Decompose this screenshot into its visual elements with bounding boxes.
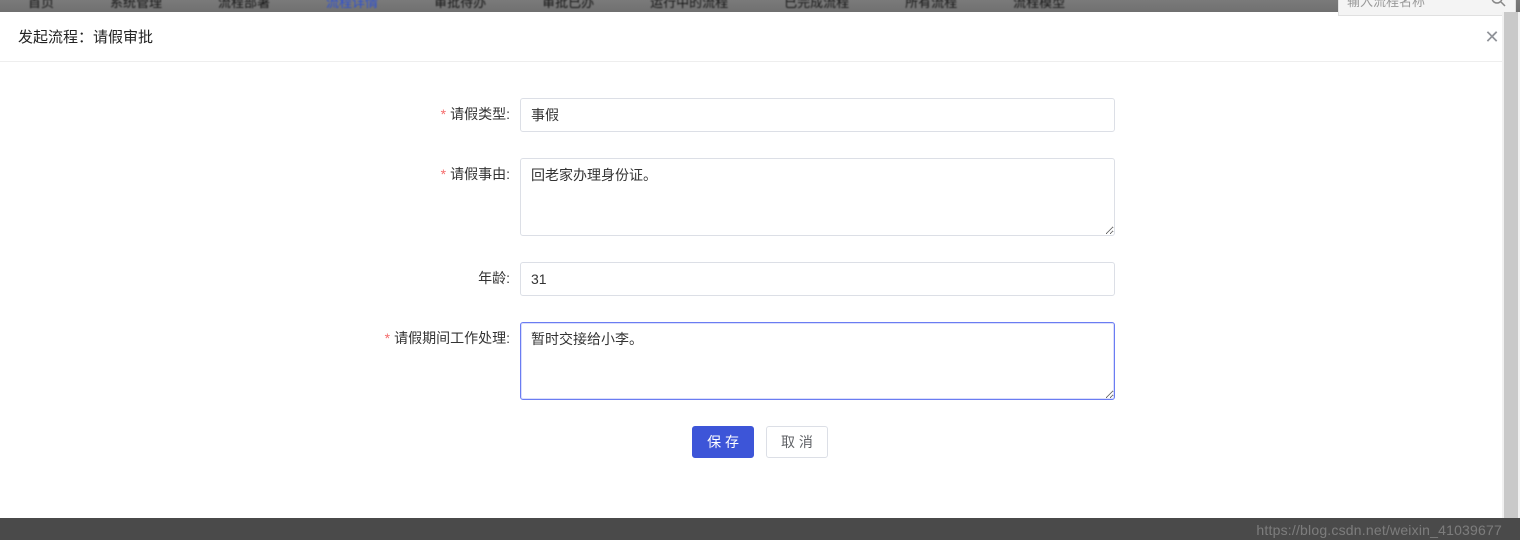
- label-work-handover: 请假期间工作处理:: [60, 322, 520, 354]
- age-input[interactable]: [520, 262, 1115, 296]
- row-work-handover: 请假期间工作处理:: [60, 322, 1460, 400]
- nav-item-8[interactable]: 所有流程: [877, 0, 985, 11]
- cancel-button[interactable]: 取 消: [766, 426, 828, 458]
- close-icon[interactable]: ✕: [1482, 28, 1502, 46]
- row-leave-reason: 请假事由:: [60, 158, 1460, 236]
- nav-item-9[interactable]: 流程模型: [985, 0, 1093, 11]
- modal-header: 发起流程：请假审批 ✕: [0, 12, 1520, 62]
- nav-item-4[interactable]: 审批待办: [406, 0, 514, 11]
- form: 请假类型: 请假事由: 年龄: 请假期间工作处理: 保 存 取 消: [0, 62, 1520, 458]
- button-row: 保 存 取 消: [60, 426, 1460, 458]
- save-button[interactable]: 保 存: [692, 426, 754, 458]
- top-nav: 首页 系统管理 流程部署 流程详情 审批待办 审批已办 运行中的流程 已完成流程…: [0, 0, 1520, 16]
- process-search-input[interactable]: [1338, 0, 1516, 16]
- row-leave-type: 请假类型:: [60, 98, 1460, 132]
- top-overlay: 首页 系统管理 流程部署 流程详情 审批待办 审批已办 运行中的流程 已完成流程…: [0, 0, 1520, 12]
- modal-title: 发起流程：请假审批: [18, 26, 153, 47]
- work-handover-textarea[interactable]: [520, 322, 1115, 400]
- nav-item-7[interactable]: 已完成流程: [756, 0, 877, 11]
- label-age: 年龄:: [60, 262, 520, 294]
- leave-reason-textarea[interactable]: [520, 158, 1115, 236]
- top-search-wrap: [1338, 0, 1516, 16]
- nav-item-1[interactable]: 系统管理: [82, 0, 190, 11]
- nav-item-6[interactable]: 运行中的流程: [622, 0, 756, 11]
- nav-item-0[interactable]: 首页: [0, 0, 82, 11]
- scroll-thumb[interactable]: [1504, 12, 1518, 518]
- watermark: https://blog.csdn.net/weixin_41039677: [1256, 522, 1502, 538]
- nav-item-2[interactable]: 流程部署: [190, 0, 298, 11]
- row-age: 年龄:: [60, 262, 1460, 296]
- vertical-scrollbar[interactable]: [1502, 12, 1520, 518]
- label-leave-type: 请假类型:: [60, 98, 520, 130]
- label-leave-reason: 请假事由:: [60, 158, 520, 190]
- nav-item-3[interactable]: 流程详情: [298, 0, 406, 11]
- nav-item-5[interactable]: 审批已办: [514, 0, 622, 11]
- leave-type-input[interactable]: [520, 98, 1115, 132]
